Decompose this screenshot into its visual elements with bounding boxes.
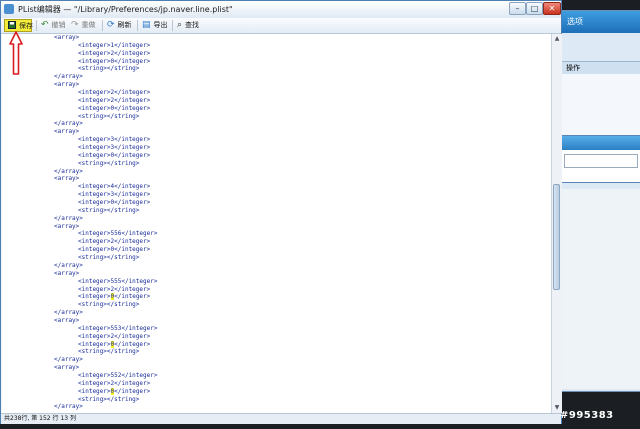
background-search-input[interactable]: [564, 154, 638, 168]
code-line: <integer>0</integer>: [2, 340, 551, 349]
redo-label: 重做: [81, 21, 96, 29]
plist-editor-window: PList编辑器 — "/Library/Preferences/jp.nave…: [0, 0, 562, 424]
code-line: <array>: [54, 81, 80, 89]
code-segment: </integer>: [114, 387, 151, 395]
code-line: <string></string>: [78, 254, 140, 262]
cursor-position-status: 共238行, 第 152 行 13 列: [4, 415, 76, 422]
code-line: <integer>1</integer>: [78, 41, 151, 49]
vertical-scrollbar[interactable]: ▲ ▼: [551, 34, 562, 413]
background-panel-header: 操作: [562, 62, 640, 74]
redo-button[interactable]: ↷ 重做: [71, 19, 96, 32]
minimize-button[interactable]: –: [509, 2, 526, 15]
code-segment: </integer>: [114, 340, 151, 348]
export-icon: ▤: [142, 19, 151, 30]
code-line: <array>: [54, 222, 80, 230]
code-line: <integer>555</integer>: [78, 277, 158, 285]
export-label: 导出: [153, 21, 168, 29]
background-search-titlebar: [560, 136, 640, 150]
toolbar-separator: [137, 20, 138, 31]
window-title: PList编辑器 — "/Library/Preferences/jp.nave…: [18, 5, 233, 14]
refresh-icon: ⟳: [107, 19, 115, 30]
code-line: <integer>2</integer>: [78, 49, 151, 57]
code-line: </array>: [54, 403, 83, 411]
code-line: </array>: [54, 214, 83, 222]
code-line: <integer>2</integer>: [78, 96, 151, 104]
code-line: <integer>2</integer>: [78, 89, 151, 97]
maximize-button[interactable]: □: [526, 2, 543, 15]
magnifier-icon: ⌕: [177, 19, 183, 30]
code-line: <integer>0</integer>: [78, 199, 151, 207]
code-line: <integer>3</integer>: [78, 144, 151, 152]
code-line: <integer>0</integer>: [78, 57, 151, 65]
code-line: <string></string>: [78, 112, 140, 120]
background-search-window: [559, 135, 640, 183]
code-line: <string></string>: [78, 348, 140, 356]
code-line: <array>: [54, 269, 80, 277]
title-bar[interactable]: PList编辑器 — "/Library/Preferences/jp.nave…: [1, 1, 561, 19]
toolbar: 保存 ↶ 撤销 ↷ 重做 ⟳ 刷新 ▤ 导出 ⌕ 查找: [1, 18, 561, 34]
toolbar-separator: [102, 20, 103, 31]
code-line: <integer>2</integer>: [78, 238, 151, 246]
code-lines: <array> <integer>1</integer> <integer>2</i…: [2, 34, 551, 411]
code-segment: <integer>: [78, 387, 111, 395]
code-line: </array>: [54, 120, 83, 128]
code-line: <array>: [54, 364, 80, 372]
background-lower-panel: [561, 189, 640, 389]
undo-button[interactable]: ↶ 撤销: [41, 19, 66, 32]
refresh-label: 刷新: [117, 21, 132, 29]
find-label: 查找: [185, 21, 200, 29]
code-line: </array>: [54, 309, 83, 317]
code-line: <integer>553</integer>: [78, 324, 158, 332]
code-line: <integer>4</integer>: [78, 183, 151, 191]
code-segment: <integer>: [78, 293, 111, 301]
code-line: <array>: [54, 175, 80, 183]
code-line: <string></string>: [78, 301, 140, 309]
toolbar-separator: [36, 20, 37, 31]
code-line: <integer>2</integer>: [78, 379, 151, 387]
code-line: <integer>0</integer>: [2, 387, 551, 396]
redo-icon: ↷: [71, 19, 79, 30]
status-bar: 共238行, 第 152 行 13 列: [1, 413, 561, 424]
annotation-arrow-icon: [9, 31, 23, 75]
code-line: <array>: [54, 128, 80, 136]
find-button[interactable]: ⌕ 查找: [177, 19, 199, 32]
code-segment: </integer>: [114, 293, 151, 301]
undo-label: 撤销: [51, 21, 66, 29]
code-line: </array>: [54, 167, 83, 175]
export-button[interactable]: ▤ 导出: [142, 19, 168, 32]
close-button[interactable]: ✕: [543, 2, 561, 15]
code-editor[interactable]: <array> <integer>1</integer> <integer>2</i…: [2, 34, 551, 413]
code-line: <integer>3</integer>: [78, 191, 151, 199]
scrollbar-thumb[interactable]: [553, 184, 560, 290]
code-line: <integer>0</integer>: [78, 246, 151, 254]
code-segment: <integer>: [78, 340, 111, 348]
code-line: <string></string>: [78, 395, 140, 403]
code-line: <array>: [54, 316, 80, 324]
code-line: <integer>0</integer>: [2, 293, 551, 301]
code-line: </array>: [54, 356, 83, 364]
floppy-disk-icon: [8, 20, 16, 32]
code-line: <integer>2</integer>: [78, 285, 151, 293]
refresh-button[interactable]: ⟳ 刷新: [107, 19, 132, 32]
undo-icon: ↶: [41, 19, 49, 30]
code-line: <string></string>: [78, 159, 140, 167]
toolbar-separator: [172, 20, 173, 31]
save-label: 保存: [19, 22, 33, 30]
watermark: #995383: [560, 410, 614, 421]
code-line: <integer>556</integer>: [78, 230, 158, 238]
code-line: <string></string>: [78, 65, 140, 73]
code-line: <integer>0</integer>: [78, 151, 151, 159]
code-line: <integer>3</integer>: [78, 136, 151, 144]
code-line: <array>: [54, 34, 80, 41]
code-line: <integer>2</integer>: [78, 332, 151, 340]
code-line: </array>: [54, 73, 83, 81]
code-line: <string></string>: [78, 206, 140, 214]
scroll-up-arrow[interactable]: ▲: [552, 34, 562, 44]
app-icon: [4, 4, 14, 14]
code-line: </array>: [54, 261, 83, 269]
code-line: <integer>552</integer>: [78, 371, 158, 379]
code-line: <integer>0</integer>: [78, 104, 151, 112]
